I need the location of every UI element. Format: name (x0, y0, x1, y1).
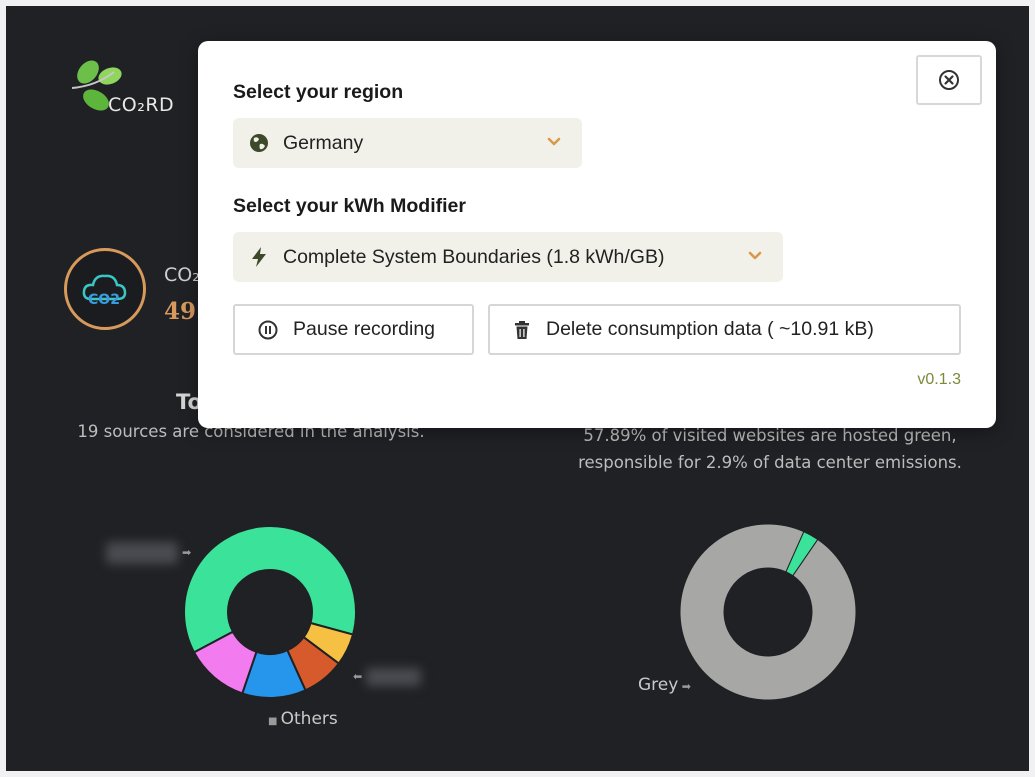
blurred-label-top (106, 542, 178, 564)
close-button[interactable] (916, 55, 982, 105)
chevron-down-icon (547, 137, 561, 146)
settings-modal: Select your region Germany Select your k… (198, 41, 996, 428)
pause-recording-button[interactable]: Pause recording (233, 304, 474, 355)
blurred-label-bottom (366, 668, 421, 686)
kwh-select[interactable]: Complete System Boundaries (1.8 kWh/GB) (233, 232, 783, 282)
pause-icon (258, 320, 278, 339)
others-label: ■ Others (268, 709, 338, 729)
chevron-down-icon (748, 251, 762, 260)
pause-label: Pause recording (293, 318, 436, 340)
region-label: Select your region (233, 81, 404, 103)
lightning-icon (252, 247, 266, 267)
delete-label: Delete consumption data ( ~10.91 kB) (546, 318, 874, 340)
version-label: v0.1.3 (917, 371, 961, 388)
label-arrow-top: ➡ (182, 546, 192, 559)
region-select[interactable]: Germany (233, 118, 582, 168)
region-value: Germany (283, 131, 364, 154)
kwh-label: Select your kWh Modifier (233, 195, 466, 217)
delete-data-button[interactable]: Delete consumption data ( ~10.91 kB) (488, 304, 961, 355)
label-arrow-bottom: ⬅ (353, 670, 363, 683)
close-icon (939, 70, 959, 90)
chart-2-slice-2 (679, 523, 857, 701)
grey-label: Grey ➡ (638, 675, 692, 695)
kwh-value: Complete System Boundaries (1.8 kWh/GB) (283, 245, 665, 268)
trash-icon (515, 320, 529, 339)
globe-icon (250, 134, 268, 152)
